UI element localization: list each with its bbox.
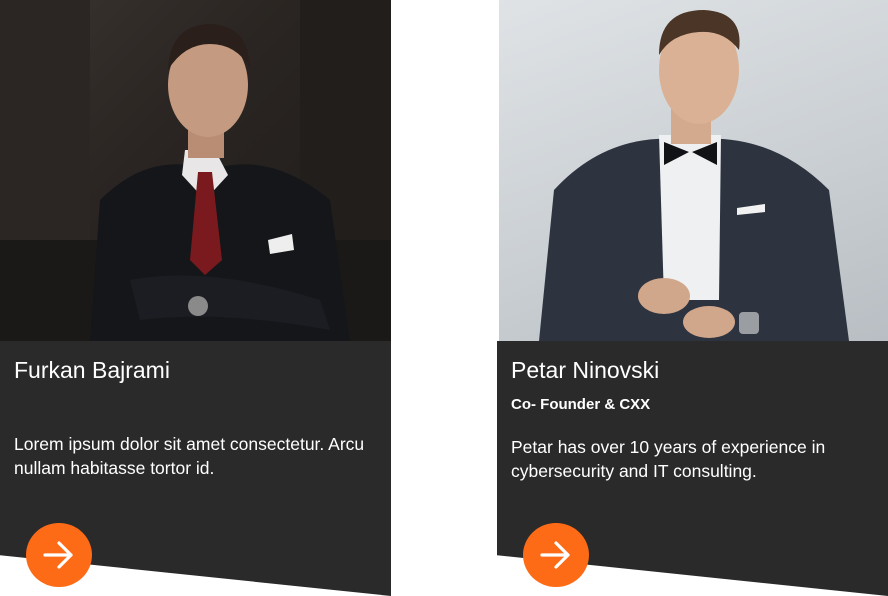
profile-photo — [499, 0, 888, 341]
member-description: Petar has over 10 years of experience in… — [511, 437, 826, 481]
arrow-right-icon — [540, 541, 570, 569]
team-card-petar: Petar Ninovski Co- Founder & CXX Petar h… — [497, 0, 888, 596]
portrait-illustration — [539, 10, 849, 341]
team-card-furkan: Furkan Bajrami Lorem ipsum dolor sit ame… — [0, 0, 391, 596]
profile-photo — [0, 0, 391, 341]
member-role: Co- Founder & CXX — [511, 396, 651, 413]
read-more-button[interactable] — [523, 523, 589, 587]
member-name: Furkan Bajrami — [14, 357, 170, 383]
member-name: Petar Ninovski — [511, 357, 660, 383]
portrait-illustration — [0, 0, 391, 341]
read-more-button[interactable] — [26, 523, 92, 587]
member-description: Lorem ipsum dolor sit amet consectetur. … — [14, 434, 365, 478]
arrow-right-icon — [43, 541, 73, 569]
